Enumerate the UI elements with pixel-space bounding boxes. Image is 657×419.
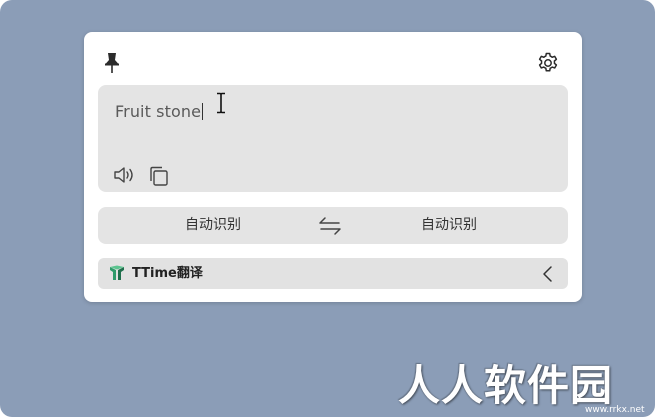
text-cursor-icon — [217, 92, 225, 114]
translator-window: Fruit stone 自动识别 自动识别 TTime翻译 — [84, 32, 582, 302]
translation-engine-row[interactable]: TTime翻译 — [98, 258, 568, 289]
source-language-select[interactable]: 自动识别 — [185, 207, 241, 244]
watermark-url: www.rrkx.net — [585, 405, 645, 415]
swap-arrows-icon[interactable] — [318, 215, 342, 237]
desktop-background: Fruit stone 自动识别 自动识别 TTime翻译 人人软件园 www.… — [0, 0, 655, 417]
engine-name: TTime翻译 — [132, 266, 203, 281]
ttime-logo-icon — [110, 265, 124, 280]
source-text: Fruit stone — [115, 102, 202, 121]
language-selector-bar: 自动识别 自动识别 — [98, 207, 568, 244]
target-language-select[interactable]: 自动识别 — [421, 207, 477, 244]
text-caret — [202, 103, 204, 120]
copy-icon[interactable] — [148, 165, 170, 187]
source-text-area[interactable]: Fruit stone — [98, 85, 568, 192]
chevron-left-icon[interactable] — [539, 264, 557, 284]
speaker-icon[interactable] — [113, 164, 137, 186]
gear-icon[interactable] — [536, 51, 560, 75]
pin-icon[interactable] — [103, 52, 121, 74]
source-text-input[interactable]: Fruit stone — [115, 102, 204, 121]
watermark-text: 人人软件园 — [398, 361, 614, 410]
